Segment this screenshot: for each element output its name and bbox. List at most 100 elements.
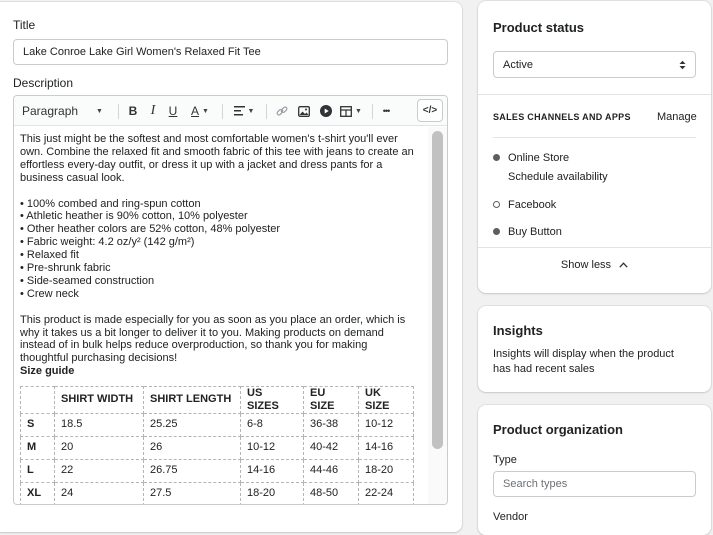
chevron-down-icon: ▼ bbox=[96, 107, 103, 115]
bold-button[interactable]: B bbox=[125, 96, 141, 126]
table-cell: M bbox=[20, 435, 55, 460]
channel-facebook: Facebook bbox=[508, 199, 557, 211]
insert-link-button[interactable] bbox=[273, 96, 291, 126]
product-organization-card: Product organization Type Search types V… bbox=[478, 405, 711, 535]
size-guide-heading: Size guide bbox=[20, 365, 75, 378]
select-arrows-icon bbox=[679, 60, 686, 69]
title-value: Lake Conroe Lake Girl Women's Relaxed Fi… bbox=[23, 46, 261, 58]
insights-card: Insights Insights will display when the … bbox=[478, 306, 711, 392]
table-header-cell bbox=[20, 386, 55, 414]
table-cell: S bbox=[20, 412, 55, 437]
intro-paragraph: This just might be the softest and most … bbox=[20, 133, 430, 185]
chevron-down-icon: ▼ bbox=[355, 107, 362, 115]
description-label: Description bbox=[13, 76, 74, 90]
type-search-placeholder: Search types bbox=[503, 478, 568, 490]
show-less-button[interactable]: Show less bbox=[478, 259, 711, 271]
list-item: • Fabric weight: 4.2 oz/y² (142 g/m²) bbox=[20, 236, 195, 249]
description-editor[interactable]: Paragraph ▼ B I U A ▼ ▼ ▼ ••• </> This j… bbox=[13, 95, 448, 505]
channel-active-dot-icon bbox=[493, 228, 500, 235]
table-cell: 18-20 bbox=[240, 481, 304, 504]
table-cell: XL bbox=[20, 481, 55, 504]
divider bbox=[478, 94, 711, 95]
table-cell: 25.25 bbox=[143, 412, 241, 437]
intro-line: own. Combine the relaxed fit and smooth … bbox=[20, 145, 414, 158]
insert-video-button[interactable] bbox=[317, 96, 335, 126]
paragraph-format-dropdown[interactable]: Paragraph ▼ bbox=[22, 96, 108, 126]
table-cell: 10-12 bbox=[240, 435, 304, 460]
table-header-row: SHIRT WIDTH SHIRT LENGTH US SIZES EU SIZ… bbox=[20, 386, 414, 414]
list-item: • Crew neck bbox=[20, 287, 79, 300]
show-html-button[interactable]: </> bbox=[417, 99, 443, 122]
text-color-icon: A bbox=[191, 104, 200, 118]
underline-button[interactable]: U bbox=[165, 96, 181, 126]
list-item: • Relaxed fit bbox=[20, 249, 79, 262]
product-organization-title: Product organization bbox=[493, 422, 623, 437]
table-cell: 6-8 bbox=[240, 412, 304, 437]
type-label: Type bbox=[493, 454, 517, 466]
title-label: Title bbox=[13, 18, 36, 32]
link-icon bbox=[276, 106, 288, 116]
table-header-cell: SHIRT WIDTH bbox=[54, 386, 144, 414]
table-cell: 36-38 bbox=[303, 412, 359, 437]
toolbar-divider bbox=[372, 104, 373, 119]
list-item: • Other heather colors are 52% cotton, 4… bbox=[20, 223, 281, 236]
table-cell: 10-12 bbox=[358, 412, 414, 437]
feature-list: • 100% combed and ring-spun cotton • Ath… bbox=[20, 198, 430, 301]
list-item: • Pre-shrunk fabric bbox=[20, 262, 111, 275]
manage-channels-link[interactable]: Manage bbox=[657, 111, 697, 123]
table-header-cell: UK SIZE bbox=[358, 386, 414, 414]
table-cell: 18.5 bbox=[54, 412, 144, 437]
description-content[interactable]: This just might be the softest and most … bbox=[14, 127, 430, 504]
type-search-input[interactable]: Search types bbox=[493, 471, 696, 497]
table-row: M 20 26 10-12 40-42 14-16 bbox=[20, 435, 414, 460]
table-cell: 22 bbox=[54, 458, 144, 483]
outro-line: thoughtful purchasing decisions! bbox=[20, 352, 178, 365]
show-less-label: Show less bbox=[560, 259, 612, 271]
table-cell: 40-42 bbox=[303, 435, 359, 460]
channel-inactive-dot-icon bbox=[493, 201, 500, 208]
table-cell: 26 bbox=[143, 435, 241, 460]
table-cell: 14-16 bbox=[358, 435, 414, 460]
editor-scrollbar[interactable] bbox=[428, 127, 447, 504]
insert-image-button[interactable] bbox=[295, 96, 313, 126]
chevron-down-icon: ▼ bbox=[247, 107, 255, 115]
table-cell: 44-46 bbox=[303, 458, 359, 483]
intro-line: business casual look. bbox=[20, 171, 125, 184]
image-icon bbox=[298, 105, 310, 117]
table-cell: 14-16 bbox=[240, 458, 304, 483]
sales-channels-heading: SALES CHANNELS AND APPS bbox=[493, 112, 631, 122]
outro-paragraph: This product is made especially for you … bbox=[20, 314, 430, 366]
title-input[interactable]: Lake Conroe Lake Girl Women's Relaxed Fi… bbox=[13, 39, 448, 65]
status-select[interactable]: Active bbox=[493, 51, 696, 78]
table-header-cell: US SIZES bbox=[240, 386, 304, 414]
divider bbox=[493, 137, 696, 138]
text-color-button[interactable]: A ▼ bbox=[186, 96, 214, 126]
toolbar-divider bbox=[222, 104, 223, 119]
channel-buy-button: Buy Button bbox=[508, 226, 562, 238]
channel-active-dot-icon bbox=[493, 154, 500, 161]
scrollbar-thumb[interactable] bbox=[432, 131, 443, 449]
table-cell: 20 bbox=[54, 435, 144, 460]
table-row: S 18.5 25.25 6-8 36-38 10-12 bbox=[20, 412, 414, 437]
more-options-button[interactable]: ••• bbox=[376, 96, 396, 126]
vendor-label: Vendor bbox=[493, 511, 528, 523]
insights-text-line: Insights will display when the product bbox=[493, 348, 674, 360]
list-item: • Side-seamed construction bbox=[20, 274, 155, 287]
outro-line: why it takes us a bit longer to deliver … bbox=[20, 326, 384, 339]
toolbar-divider bbox=[118, 104, 119, 119]
insert-table-dropdown[interactable]: ▼ bbox=[337, 96, 365, 126]
product-status-title: Product status bbox=[493, 20, 585, 35]
table-icon bbox=[340, 105, 352, 117]
play-video-icon bbox=[320, 105, 332, 117]
product-status-card: Product status Active SALES CHANNELS AND… bbox=[478, 1, 711, 293]
italic-button[interactable]: I bbox=[145, 96, 161, 126]
table-cell: 22-24 bbox=[358, 481, 414, 504]
chevron-down-icon: ▼ bbox=[202, 107, 209, 115]
divider bbox=[478, 247, 711, 248]
table-cell: 48-50 bbox=[303, 481, 359, 504]
table-cell: 26.75 bbox=[143, 458, 241, 483]
table-header-cell: EU SIZE bbox=[303, 386, 359, 414]
schedule-availability-link[interactable]: Schedule availability bbox=[508, 171, 608, 183]
align-dropdown[interactable]: ▼ bbox=[230, 96, 258, 126]
table-header-cell: SHIRT LENGTH bbox=[143, 386, 241, 414]
